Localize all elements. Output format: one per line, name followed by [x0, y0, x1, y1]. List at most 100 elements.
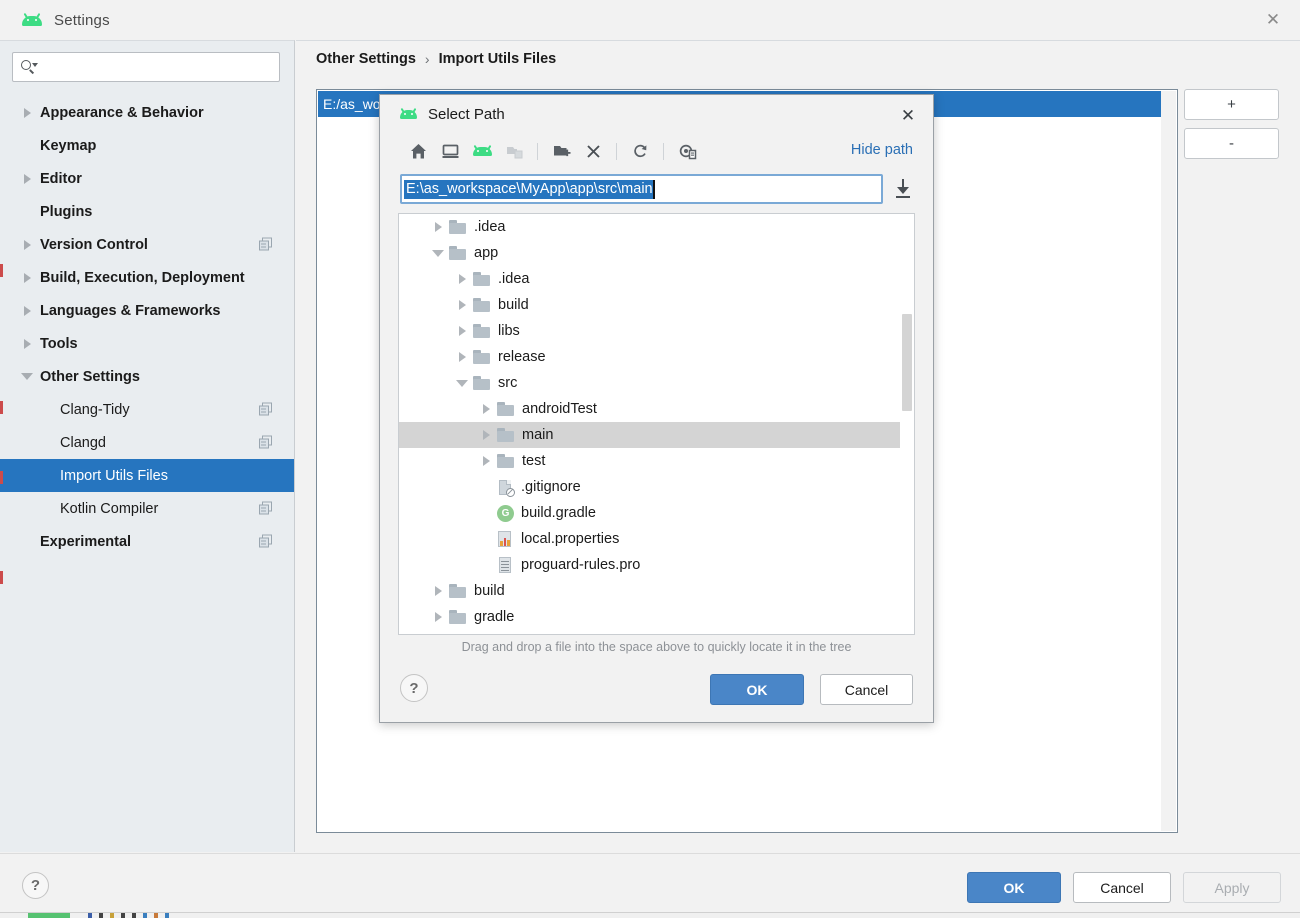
copy-settings-icon[interactable] — [259, 402, 274, 417]
copy-settings-icon[interactable] — [259, 501, 274, 516]
tree-row[interactable]: test — [399, 448, 914, 474]
chevron-right-icon[interactable] — [475, 404, 497, 414]
dialog-toolbar: Hide path — [380, 133, 933, 169]
chevron-right-icon[interactable] — [14, 305, 40, 316]
show-hidden-icon[interactable] — [671, 137, 703, 165]
tree-row-label: .gitignore — [521, 479, 581, 495]
dialog-ok-button[interactable]: OK — [710, 674, 804, 705]
close-icon[interactable]: ✕ — [1246, 0, 1300, 40]
download-icon[interactable] — [895, 179, 913, 199]
tree-row[interactable]: libs — [399, 318, 914, 344]
search-input[interactable] — [37, 54, 279, 80]
chevron-right-icon[interactable] — [14, 107, 40, 118]
apply-button: Apply — [1183, 872, 1281, 903]
tree-row-label: main — [522, 427, 554, 443]
sidebar-item-plugins[interactable]: Plugins — [0, 195, 294, 228]
tree-row-label: proguard-rules.pro — [521, 557, 641, 573]
tree-row[interactable]: release — [399, 344, 914, 370]
refresh-icon[interactable] — [624, 137, 656, 165]
tree-row[interactable]: proguard-rules.pro — [399, 552, 914, 578]
sidebar-item-clang-tidy[interactable]: Clang-Tidy — [0, 393, 294, 426]
remove-path-button[interactable]: - — [1184, 128, 1279, 159]
chevron-right-icon[interactable] — [427, 222, 449, 232]
list-scrollbar[interactable] — [1161, 91, 1176, 831]
cancel-button[interactable]: Cancel — [1073, 872, 1171, 903]
chevron-down-icon[interactable] — [14, 373, 40, 380]
chevron-right-icon[interactable] — [451, 274, 473, 284]
chevron-right-icon[interactable] — [475, 456, 497, 466]
tree-row[interactable]: .gitignore — [399, 474, 914, 500]
chevron-right-icon[interactable] — [14, 272, 40, 283]
chevron-right-icon[interactable] — [427, 586, 449, 596]
tree-row[interactable]: app — [399, 240, 914, 266]
sidebar-item-languages-frameworks[interactable]: Languages & Frameworks — [0, 294, 294, 327]
sidebar-item-editor[interactable]: Editor — [0, 162, 294, 195]
search-box[interactable] — [12, 52, 280, 82]
tree-row[interactable]: build — [399, 292, 914, 318]
toolbar-divider — [537, 142, 538, 160]
modified-marker — [0, 571, 3, 584]
sidebar-item-version-control[interactable]: Version Control — [0, 228, 294, 261]
tree-row[interactable]: Gbuild.gradle — [399, 500, 914, 526]
sidebar-item-experimental[interactable]: Experimental — [0, 525, 294, 558]
settings-nav-list: Appearance & Behavior Keymap Editor Plugins… — [0, 96, 294, 558]
tree-row-label: libs — [498, 323, 520, 339]
tree-scrollbar[interactable] — [900, 214, 914, 634]
tree-row-label: src — [498, 375, 518, 391]
tree-row-label: androidTest — [522, 401, 597, 417]
chevron-right-icon[interactable] — [475, 430, 497, 440]
file-tree[interactable]: .idea app .idea build libs release src androidT… — [398, 213, 915, 635]
tree-row[interactable]: androidTest — [399, 396, 914, 422]
sidebar-item-appearance-behavior[interactable]: Appearance & Behavior — [0, 96, 294, 129]
copy-settings-icon[interactable] — [259, 435, 274, 450]
tree-row[interactable]: local.properties — [399, 526, 914, 552]
project-folder-icon — [498, 137, 530, 165]
tree-row[interactable]: main — [399, 422, 914, 448]
text-file-icon — [497, 556, 514, 574]
copy-settings-icon[interactable] — [259, 237, 274, 252]
folder-icon — [473, 350, 490, 364]
copy-settings-icon[interactable] — [259, 534, 274, 549]
android-icon[interactable] — [466, 137, 498, 165]
ok-button[interactable]: OK — [967, 872, 1061, 903]
chevron-right-icon[interactable] — [451, 326, 473, 336]
close-icon[interactable]: ✕ — [893, 103, 923, 129]
tree-row[interactable]: .idea — [399, 266, 914, 292]
chevron-down-icon[interactable] — [451, 379, 473, 387]
dialog-cancel-button[interactable]: Cancel — [820, 674, 913, 705]
tree-row-label: build — [474, 583, 505, 599]
chevron-right-icon[interactable] — [14, 338, 40, 349]
sidebar-item-import-utils-files[interactable]: Import Utils Files — [0, 459, 294, 492]
tree-row[interactable]: gradle — [399, 604, 914, 630]
help-button[interactable]: ? — [22, 872, 49, 899]
chevron-right-icon[interactable] — [14, 173, 40, 184]
chevron-down-icon[interactable] — [427, 249, 449, 257]
sidebar-item-tools[interactable]: Tools — [0, 327, 294, 360]
tree-row[interactable]: .idea — [399, 214, 914, 240]
home-icon[interactable] — [402, 137, 434, 165]
sidebar-item-kotlin-compiler[interactable]: Kotlin Compiler — [0, 492, 294, 525]
chevron-right-icon[interactable] — [14, 239, 40, 250]
chevron-right-icon[interactable] — [451, 352, 473, 362]
chevron-right-icon[interactable] — [451, 300, 473, 310]
tree-row-label: build.gradle — [521, 505, 596, 521]
tree-row[interactable]: src — [399, 370, 914, 396]
sidebar-item-clangd[interactable]: Clangd — [0, 426, 294, 459]
android-glyph — [472, 144, 492, 157]
sidebar-item-keymap[interactable]: Keymap — [0, 129, 294, 162]
add-path-button[interactable]: + — [1184, 89, 1279, 120]
desktop-icon[interactable] — [434, 137, 466, 165]
breadcrumb-parent[interactable]: Other Settings — [316, 51, 416, 67]
folder-icon — [473, 298, 490, 312]
sidebar-item-build-execution-deployment[interactable]: Build, Execution, Deployment — [0, 261, 294, 294]
path-input[interactable]: E:\as_workspace\MyApp\app\src\main — [400, 174, 884, 204]
modified-marker — [0, 471, 3, 484]
chevron-right-icon[interactable] — [427, 612, 449, 622]
tree-row[interactable]: build — [399, 578, 914, 604]
delete-icon[interactable] — [577, 137, 609, 165]
dialog-help-button[interactable]: ? — [400, 674, 428, 702]
sidebar-item-other-settings[interactable]: Other Settings — [0, 360, 294, 393]
new-folder-icon[interactable] — [545, 137, 577, 165]
tree-scrollbar-thumb[interactable] — [902, 314, 912, 411]
hide-path-link[interactable]: Hide path — [851, 142, 913, 158]
